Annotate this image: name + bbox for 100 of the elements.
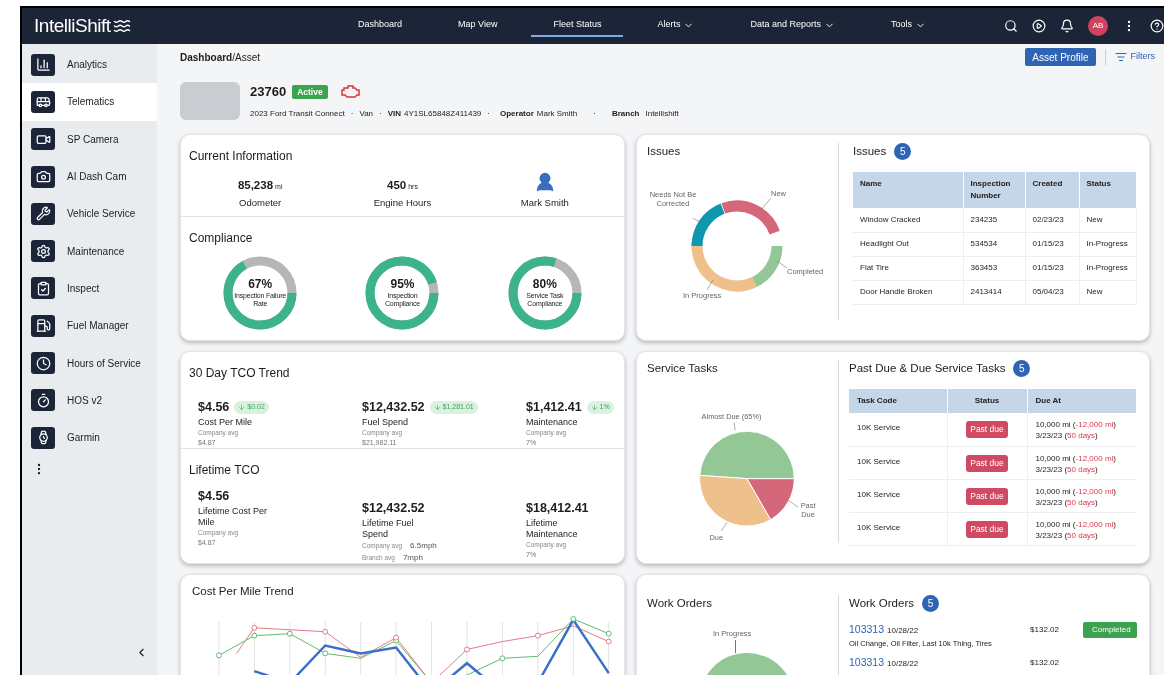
metric-label: Lifetime Maintenance (526, 517, 579, 540)
sidebar-item[interactable]: Garmin (22, 418, 157, 457)
gauge-reading: 67% (248, 278, 273, 290)
metric-label: Fuel Spend (362, 416, 410, 428)
due-text: 10,000 mi (-12,000 mi) (1035, 419, 1116, 431)
sidebar-label: Garmin (67, 431, 100, 446)
asset-profile-button[interactable]: Asset Profile (1025, 48, 1096, 66)
card-title: Work Orders (647, 596, 713, 611)
leader-line (788, 500, 799, 508)
sidebar-item[interactable]: Fuel Manager (22, 307, 157, 345)
vin-label: VIN (387, 107, 402, 120)
nav-tab[interactable]: Fleet Status (531, 15, 624, 37)
card-title: Compliance (189, 231, 253, 245)
driver-name: Mark Smith (520, 196, 569, 210)
due-text: 3/23/23 (50 days) (1035, 529, 1098, 541)
clock-icon (35, 355, 51, 371)
down-arrow-icon (433, 403, 441, 411)
help-icon[interactable] (1150, 19, 1164, 33)
table-cell: Door Handle Broken (853, 280, 963, 305)
table-cell: 02/23/23 (1025, 208, 1079, 233)
sidebar-item[interactable]: AI Dash Cam (22, 157, 157, 196)
nav-tab[interactable]: Map View (436, 15, 520, 37)
table-cell: 10K Service (849, 446, 947, 480)
sidebar-label: Inspect (67, 281, 100, 296)
filters-button[interactable]: Filters (1114, 50, 1155, 64)
brand-logo[interactable]: IntelliShift (34, 11, 111, 41)
waves-icon (112, 17, 131, 35)
metric-label: Lifetime Cost Per Mile (198, 505, 269, 528)
sidebar-item[interactable]: Analytics (22, 46, 157, 84)
card-title: Cost Per Mile Trend (192, 584, 295, 599)
breadcrumb: Dashboard/Asset (180, 50, 261, 65)
metric-label: Maintenance (526, 416, 579, 428)
search-icon[interactable] (1004, 19, 1018, 33)
sidebar-item[interactable]: Inspect (22, 269, 157, 308)
sidebar-item[interactable]: SP Camera (22, 120, 157, 158)
metric-value: $12,432.52 (362, 399, 425, 416)
past-due-badge: Past due (966, 487, 1008, 505)
card-title: 30 Day TCO Trend (189, 366, 290, 380)
work-order-link[interactable]: 103313 (849, 655, 885, 671)
card-title: Issues (853, 144, 887, 159)
column-header: Name (853, 172, 963, 209)
table-cell: Headlight Out (853, 232, 963, 257)
separator-dot: · (487, 107, 490, 120)
sidebar-item[interactable]: Vehicle Service (22, 195, 157, 233)
column-header: Created (1025, 172, 1079, 209)
nav-tab[interactable]: Alerts (635, 15, 717, 37)
table-cell: New (1079, 208, 1137, 233)
work-order-amount: $132.02 (1030, 657, 1059, 670)
table-cell: 05/04/23 (1025, 280, 1079, 305)
sidebar-label: Telematics (67, 95, 115, 110)
separator-dot: · (350, 107, 354, 120)
gauge-reading: 95% (390, 278, 415, 290)
completed-badge: Completed (1083, 622, 1137, 639)
sidebar-label: Vehicle Service (67, 207, 136, 222)
sidebar-item[interactable]: HOS v2 (22, 381, 157, 419)
work-order-date: 10/28/22 (887, 625, 919, 638)
data-point (570, 616, 577, 623)
table-cell: New (1079, 280, 1137, 305)
nav-tab[interactable]: Tools (869, 15, 948, 37)
count-badge: 5 (894, 143, 912, 161)
average-value: 6.5mph (410, 539, 437, 552)
filter-icon (1114, 51, 1127, 63)
work-order-date: 10/28/22 (887, 658, 919, 671)
data-point (534, 632, 541, 639)
operator-label: Operator (500, 107, 534, 120)
table-cell: 01/15/23 (1025, 256, 1079, 281)
leader-line (733, 422, 736, 431)
column-header: Due At (1027, 389, 1137, 414)
work-order-link[interactable]: 103313 (849, 622, 885, 638)
table-cell: 534534 (963, 232, 1025, 257)
card-title: Issues (647, 144, 682, 159)
data-point (464, 646, 470, 653)
table-cell: 01/15/23 (1025, 232, 1079, 257)
data-point (322, 629, 329, 635)
sidebar-label: Hours of Service (67, 356, 141, 371)
leader-line (706, 279, 714, 291)
bar-chart-icon (35, 57, 51, 73)
play-icon[interactable] (1032, 19, 1046, 33)
count-badge: 5 (1013, 360, 1031, 378)
asset-type: Van (359, 107, 374, 120)
card-title: Lifetime TCO (189, 463, 260, 477)
sidebar-item[interactable]: Maintenance (22, 232, 157, 270)
sidebar-label: Fuel Manager (67, 319, 129, 334)
bell-icon[interactable] (1060, 19, 1074, 33)
sidebar-item[interactable]: Hours of Service (22, 344, 157, 382)
gauge-reading: 80% (532, 278, 557, 290)
metric-value: $4.56 (198, 488, 230, 505)
average-value: 7mph (402, 551, 423, 564)
table-cell: In-Progress (1079, 256, 1137, 281)
user-avatar[interactable]: AB (1088, 16, 1108, 36)
due-text: 3/23/23 (50 days) (1035, 496, 1098, 508)
table-cell: In-Progress (1079, 232, 1137, 257)
table-cell: Flat Tire (853, 256, 963, 281)
nav-tab[interactable]: Dashboard (336, 15, 425, 37)
sidebar-item[interactable]: Telematics (22, 83, 157, 121)
bus-icon (35, 94, 51, 110)
table-cell: 10K Service (849, 512, 947, 546)
branch-label: Branch (611, 107, 640, 120)
table-cell: 234235 (963, 208, 1025, 233)
nav-tab[interactable]: Data and Reports (728, 15, 857, 37)
